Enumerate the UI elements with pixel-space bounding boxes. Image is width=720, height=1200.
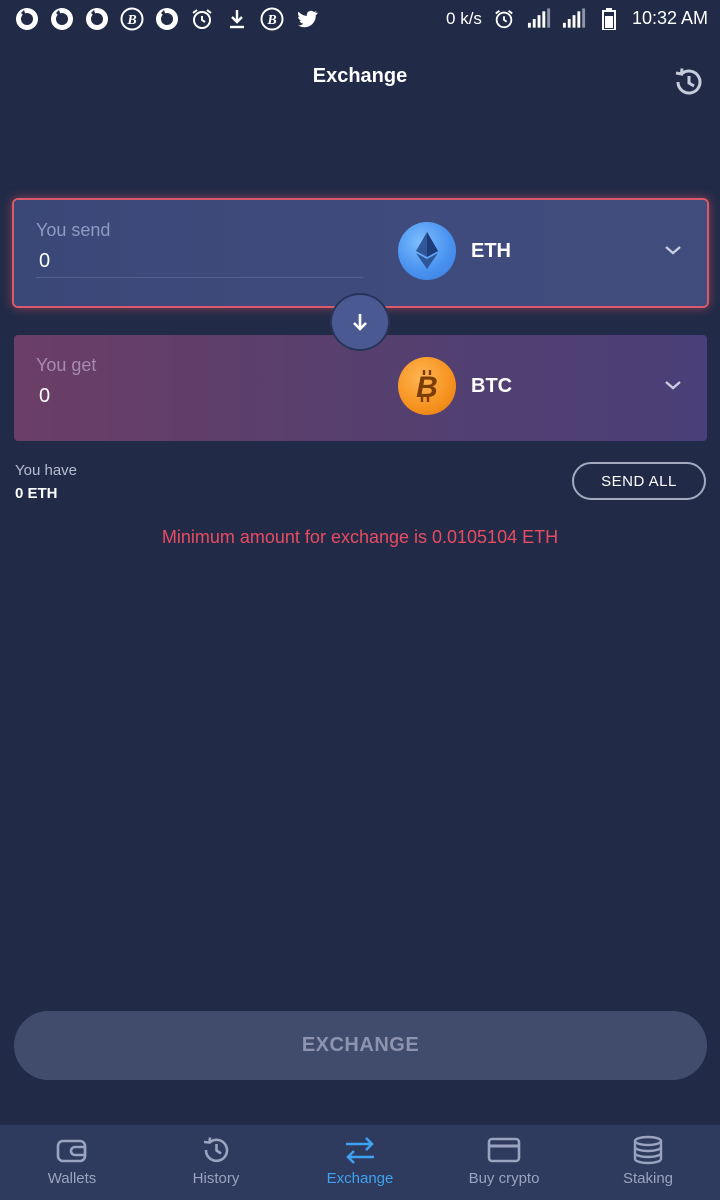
download-icon	[224, 6, 249, 31]
exchange-button[interactable]: EXCHANGE	[14, 1011, 707, 1080]
twitter-icon	[294, 6, 319, 31]
balance-value: 0 ETH	[15, 485, 58, 502]
status-bar: B B 0 k/s 10:32 AM	[0, 0, 720, 34]
alarm-icon	[492, 6, 517, 31]
history-icon	[675, 68, 702, 95]
arrow-down-icon	[353, 314, 367, 331]
notification-icons: B B	[14, 6, 319, 31]
svg-text:B: B	[266, 13, 276, 28]
opera-icon	[84, 6, 109, 31]
ethereum-icon	[398, 222, 456, 280]
signal-icon	[562, 6, 587, 31]
nav-item-exchange[interactable]: Exchange	[288, 1125, 432, 1200]
nav-item-history[interactable]: History	[144, 1125, 288, 1200]
bitcoin-circle-icon: B	[119, 6, 144, 31]
get-amount-input[interactable]	[36, 380, 363, 412]
bitcoin-icon: B	[398, 357, 456, 415]
svg-text:B: B	[126, 13, 136, 28]
send-coin-code: ETH	[471, 240, 511, 262]
alarm-icon	[189, 6, 214, 31]
balance-label: You have	[15, 462, 78, 479]
swap-direction-button[interactable]	[332, 295, 388, 349]
battery-icon	[597, 6, 622, 31]
chevron-down-icon	[665, 246, 681, 255]
history-button[interactable]	[670, 64, 706, 100]
history-icon	[203, 1137, 229, 1163]
nav-item-buy-crypto[interactable]: Buy crypto	[432, 1125, 576, 1200]
opera-icon	[49, 6, 74, 31]
coins-stack-icon	[633, 1135, 663, 1165]
clock: 10:32 AM	[631, 8, 708, 28]
nav-label-history: History	[192, 1170, 240, 1187]
nav-label-buy-crypto: Buy crypto	[468, 1170, 540, 1187]
exchange-arrows-icon	[346, 1137, 374, 1164]
credit-card-icon	[487, 1137, 521, 1163]
system-status: 0 k/s 10:32 AM	[446, 6, 708, 31]
send-all-button[interactable]: SEND ALL	[572, 462, 706, 500]
get-label: You get	[36, 355, 97, 375]
opera-icon	[154, 6, 179, 31]
send-card: You send ETH	[14, 200, 707, 306]
nav-item-wallets[interactable]: Wallets	[0, 1125, 144, 1200]
wallet-icon	[56, 1139, 87, 1163]
nav-item-staking[interactable]: Staking	[576, 1125, 720, 1200]
nav-label-wallets: Wallets	[47, 1170, 97, 1187]
page-title: Exchange	[312, 65, 408, 87]
get-coin-dropdown[interactable]	[663, 375, 683, 395]
send-label: You send	[36, 220, 111, 240]
signal-icon	[527, 6, 552, 31]
send-amount-input[interactable]	[36, 245, 363, 278]
opera-icon	[14, 6, 39, 31]
minimum-amount-error: Minimum amount for exchange is 0.0105104…	[161, 527, 559, 547]
nav-label-exchange: Exchange	[326, 1170, 394, 1187]
get-card: You get B BTC	[14, 335, 707, 441]
bottom-nav: Wallets History Exchange Buy crypto Stak…	[0, 1125, 720, 1200]
send-coin-dropdown[interactable]	[663, 240, 683, 260]
nav-label-staking: Staking	[622, 1170, 674, 1187]
get-coin-code: BTC	[471, 375, 513, 397]
net-speed: 0 k/s	[446, 8, 482, 28]
bitcoin-circle-icon: B	[259, 6, 284, 31]
chevron-down-icon	[665, 381, 681, 390]
